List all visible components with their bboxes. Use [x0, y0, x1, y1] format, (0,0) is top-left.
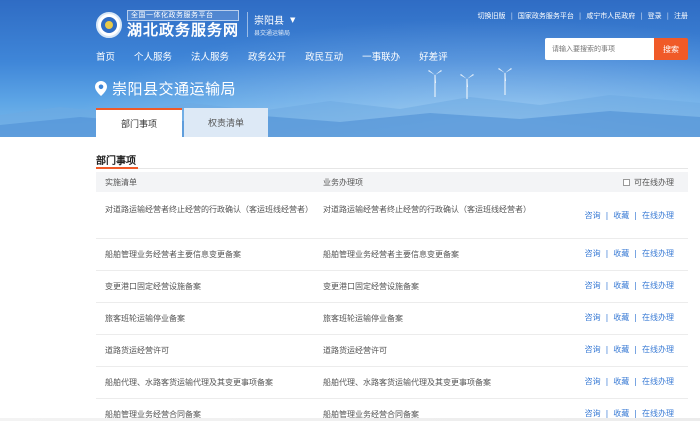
region-name: 崇阳县	[254, 16, 285, 27]
favorite-link[interactable]: 收藏	[613, 248, 629, 259]
implementation-item-link[interactable]: 船舶代理、水路客货运输代理及其变更事项备案	[105, 376, 310, 389]
divider: |	[634, 249, 637, 258]
service-item-link[interactable]: 船舶代理、水路客货运输代理及其变更事项备案	[323, 376, 533, 389]
section-title: 部门事项	[96, 156, 136, 167]
table-row: 船舶管理业务经营者主要信息变更备案 船舶管理业务经营者主要信息变更备案 咨询 | …	[96, 239, 688, 271]
service-item-link[interactable]: 对道路运输经营者终止经营的行政确认（客运班线经营者）	[323, 203, 533, 216]
main-nav: 首页 个人服务 法人服务 政务公开 政民互动 一事联办 好差评	[96, 49, 467, 63]
consult-link[interactable]: 咨询	[585, 248, 601, 259]
table-row: 旅客班轮运输停业备案 旅客班轮运输停业备案 咨询 | 收藏 | 在线办理	[96, 303, 688, 335]
implementation-item-link[interactable]: 道路货运经营许可	[105, 344, 310, 357]
hero-banner: 全国一体化政务服务平台 湖北政务服务网 崇阳县 ▼ 县交通运输局 切换旧版 | …	[0, 0, 700, 137]
consult-link[interactable]: 咨询	[585, 210, 601, 221]
divider: |	[640, 12, 643, 20]
logo-tagline: 全国一体化政务服务平台	[127, 10, 240, 21]
consult-link[interactable]: 咨询	[585, 280, 601, 291]
search-button[interactable]: 搜索	[654, 38, 688, 60]
register-link[interactable]: 注册	[674, 11, 688, 21]
nav-one-thing[interactable]: 一事联办	[362, 49, 400, 63]
online-filter-label: 可在线办理	[634, 177, 674, 187]
nav-personal[interactable]: 个人服务	[134, 49, 172, 63]
service-item-link[interactable]: 船舶管理业务经营者主要信息变更备案	[323, 248, 533, 261]
table-row: 船舶代理、水路客货运输代理及其变更事项备案 船舶代理、水路客货运输代理及其变更事…	[96, 367, 688, 399]
divider: |	[634, 211, 637, 220]
online-apply-link[interactable]: 在线办理	[642, 210, 674, 221]
online-apply-link[interactable]: 在线办理	[642, 344, 674, 355]
top-links: 切换旧版 | 国家政务服务平台 | 咸宁市人民政府 | 登录 | 注册	[478, 11, 688, 21]
divider: |	[634, 345, 637, 354]
table-header: 实施清单 业务办理项 可在线办理	[96, 172, 688, 192]
divider: |	[634, 409, 637, 418]
logo-title: 湖北政务服务网	[127, 21, 240, 39]
department-tabs: 部门事项 权责清单	[96, 108, 268, 137]
divider: |	[578, 12, 582, 20]
nav-home[interactable]: 首页	[96, 49, 115, 63]
divider: |	[605, 313, 609, 322]
favorite-link[interactable]: 收藏	[613, 312, 629, 323]
nav-legal-person[interactable]: 法人服务	[191, 49, 229, 63]
service-item-link[interactable]: 道路货运经营许可	[323, 344, 533, 357]
service-item-link[interactable]: 变更港口固定经营设施备案	[323, 280, 533, 293]
divider: |	[666, 12, 669, 20]
consult-link[interactable]: 咨询	[585, 376, 601, 387]
switch-old-version-link[interactable]: 切换旧版	[478, 11, 506, 21]
table-row: 对道路运输经营者终止经营的行政确认（客运班线经营者） 对道路运输经营者终止经营的…	[96, 192, 688, 239]
section-title-underline	[96, 167, 138, 169]
tab-power-list[interactable]: 权责清单	[184, 108, 268, 137]
table-row: 道路货运经营许可 道路货运经营许可 咨询 | 收藏 | 在线办理	[96, 335, 688, 367]
nav-rating[interactable]: 好差评	[419, 49, 448, 63]
location-pin-icon	[95, 81, 107, 96]
divider: |	[634, 313, 637, 322]
site-logo[interactable]: 全国一体化政务服务平台 湖北政务服务网 崇阳县 ▼ 县交通运输局	[96, 10, 295, 39]
divider: |	[510, 12, 513, 20]
implementation-item-link[interactable]: 变更港口固定经营设施备案	[105, 280, 310, 293]
table-row: 变更港口固定经营设施备案 变更港口固定经营设施备案 咨询 | 收藏 | 在线办理	[96, 271, 688, 303]
implementation-item-link[interactable]: 旅客班轮运输停业备案	[105, 312, 310, 325]
favorite-link[interactable]: 收藏	[613, 376, 629, 387]
department-title: 崇阳县交通运输局	[95, 78, 236, 99]
search-input[interactable]	[545, 38, 654, 60]
divider: |	[605, 281, 609, 290]
nav-gov-affairs[interactable]: 政务公开	[248, 49, 286, 63]
online-apply-link[interactable]: 在线办理	[642, 280, 674, 291]
service-item-link[interactable]: 旅客班轮运输停业备案	[323, 312, 533, 325]
online-filter[interactable]: 可在线办理	[623, 177, 674, 188]
consult-link[interactable]: 咨询	[585, 312, 601, 323]
consult-link[interactable]: 咨询	[585, 344, 601, 355]
column-header-service-item: 业务办理项	[323, 177, 363, 187]
implementation-item-link[interactable]: 船舶管理业务经营者主要信息变更备案	[105, 248, 310, 261]
region-selector[interactable]: 崇阳县 ▼ 县交通运输局	[247, 12, 295, 37]
region-dept: 县交通运输局	[254, 30, 291, 37]
favorite-link[interactable]: 收藏	[613, 344, 629, 355]
favorite-link[interactable]: 收藏	[613, 280, 629, 291]
caret-down-icon: ▼	[290, 15, 296, 24]
online-apply-link[interactable]: 在线办理	[642, 248, 674, 259]
department-name: 崇阳县交通运输局	[112, 80, 237, 98]
city-gov-link[interactable]: 咸宁市人民政府	[586, 11, 635, 21]
divider: |	[605, 409, 609, 418]
national-platform-link[interactable]: 国家政务服务平台	[518, 11, 574, 21]
items-table: 对道路运输经营者终止经营的行政确认（客运班线经营者） 对道路运输经营者终止经营的…	[96, 192, 688, 421]
online-apply-link[interactable]: 在线办理	[642, 312, 674, 323]
divider: |	[605, 345, 609, 354]
column-header-implementation-list: 实施清单	[105, 177, 137, 187]
emblem-icon	[96, 11, 122, 38]
nav-interaction[interactable]: 政民互动	[305, 49, 343, 63]
divider: |	[605, 249, 609, 258]
implementation-item-link[interactable]: 对道路运输经营者终止经营的行政确认（客运班线经营者）	[105, 203, 313, 216]
divider: |	[605, 377, 609, 386]
divider: |	[634, 281, 637, 290]
divider: |	[634, 377, 637, 386]
online-apply-link[interactable]: 在线办理	[642, 376, 674, 387]
section-divider	[96, 168, 688, 169]
login-link[interactable]: 登录	[648, 11, 662, 21]
favorite-link[interactable]: 收藏	[613, 210, 629, 221]
divider: |	[605, 211, 609, 220]
online-filter-checkbox[interactable]	[623, 178, 630, 186]
tab-department-items[interactable]: 部门事项	[96, 108, 182, 137]
